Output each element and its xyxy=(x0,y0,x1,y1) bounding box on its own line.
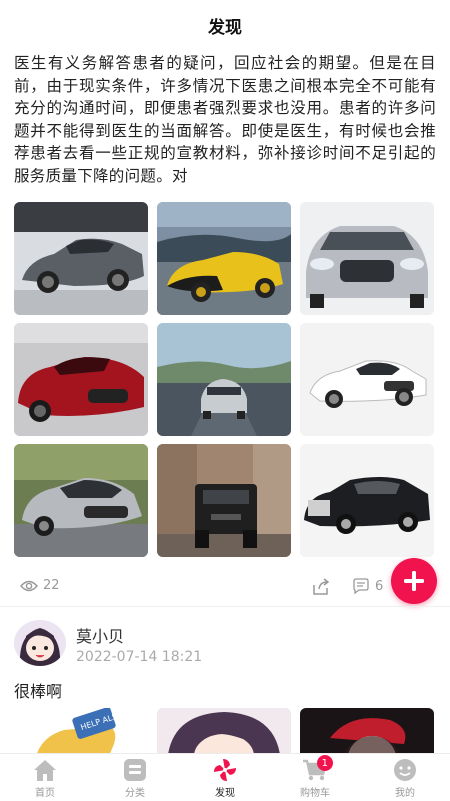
comment-image-3[interactable] xyxy=(300,708,434,753)
tab-profile[interactable]: 我的 xyxy=(360,754,450,801)
comment-author: 莫小贝 2022-07-14 18:21 xyxy=(14,620,434,670)
tab-category[interactable]: 分类 xyxy=(90,754,180,801)
post-image-7[interactable] xyxy=(14,444,148,557)
view-count: 22 xyxy=(20,578,60,593)
comment-image-2[interactable] xyxy=(157,708,291,753)
comment-image-grid: HELP ALS xyxy=(14,708,434,753)
divider xyxy=(0,606,450,607)
share-button[interactable] xyxy=(310,576,332,598)
post-image-6[interactable] xyxy=(300,323,434,436)
tab-cart[interactable]: 1 购物车 xyxy=(270,754,360,801)
home-icon xyxy=(34,760,56,781)
tab-label: 我的 xyxy=(395,788,415,799)
tab-discover[interactable]: 发现 xyxy=(180,754,270,801)
page-title: 发现 xyxy=(208,17,242,38)
post-image-4[interactable] xyxy=(14,323,148,436)
category-icon xyxy=(124,759,146,781)
tab-home[interactable]: 首页 xyxy=(0,754,90,801)
post-image-grid xyxy=(14,202,434,557)
tab-label: 分类 xyxy=(125,788,145,799)
comment-image-1[interactable]: HELP ALS xyxy=(14,708,148,753)
post-image-9[interactable] xyxy=(300,444,434,557)
comment-icon xyxy=(353,578,369,594)
comment-count[interactable]: 6 xyxy=(352,578,383,594)
post-image-1[interactable] xyxy=(14,202,148,315)
share-icon xyxy=(313,578,330,595)
discover-icon xyxy=(214,759,236,781)
comment-username: 莫小贝 xyxy=(76,627,125,646)
cart-badge: 1 xyxy=(316,755,333,771)
post-image-2[interactable] xyxy=(157,202,291,315)
plus-icon xyxy=(404,571,424,591)
bottom-tab-bar: 首页 分类 发现 1 购物车 我的 xyxy=(0,753,450,801)
post-text: 医生有义务解答患者的疑问，回应社会的期望。但是在目前，由于现实条件，许多情况下医… xyxy=(14,54,436,185)
post-image-5[interactable] xyxy=(157,323,291,436)
post-image-8[interactable] xyxy=(157,444,291,557)
profile-icon xyxy=(394,759,416,781)
comment-text: 很棒啊 xyxy=(14,682,63,701)
avatar[interactable] xyxy=(14,620,66,666)
eye-icon xyxy=(20,580,38,591)
tab-label: 购物车 xyxy=(300,788,330,799)
tab-label: 首页 xyxy=(35,788,55,799)
comment-timestamp: 2022-07-14 18:21 xyxy=(76,649,203,665)
comment-count-value: 6 xyxy=(375,578,384,594)
post-stats-bar: 22 6 xyxy=(0,572,450,602)
add-post-button[interactable] xyxy=(391,558,437,604)
tab-label: 发现 xyxy=(215,788,235,799)
post-image-3[interactable] xyxy=(300,202,434,315)
view-count-value: 22 xyxy=(43,578,60,593)
